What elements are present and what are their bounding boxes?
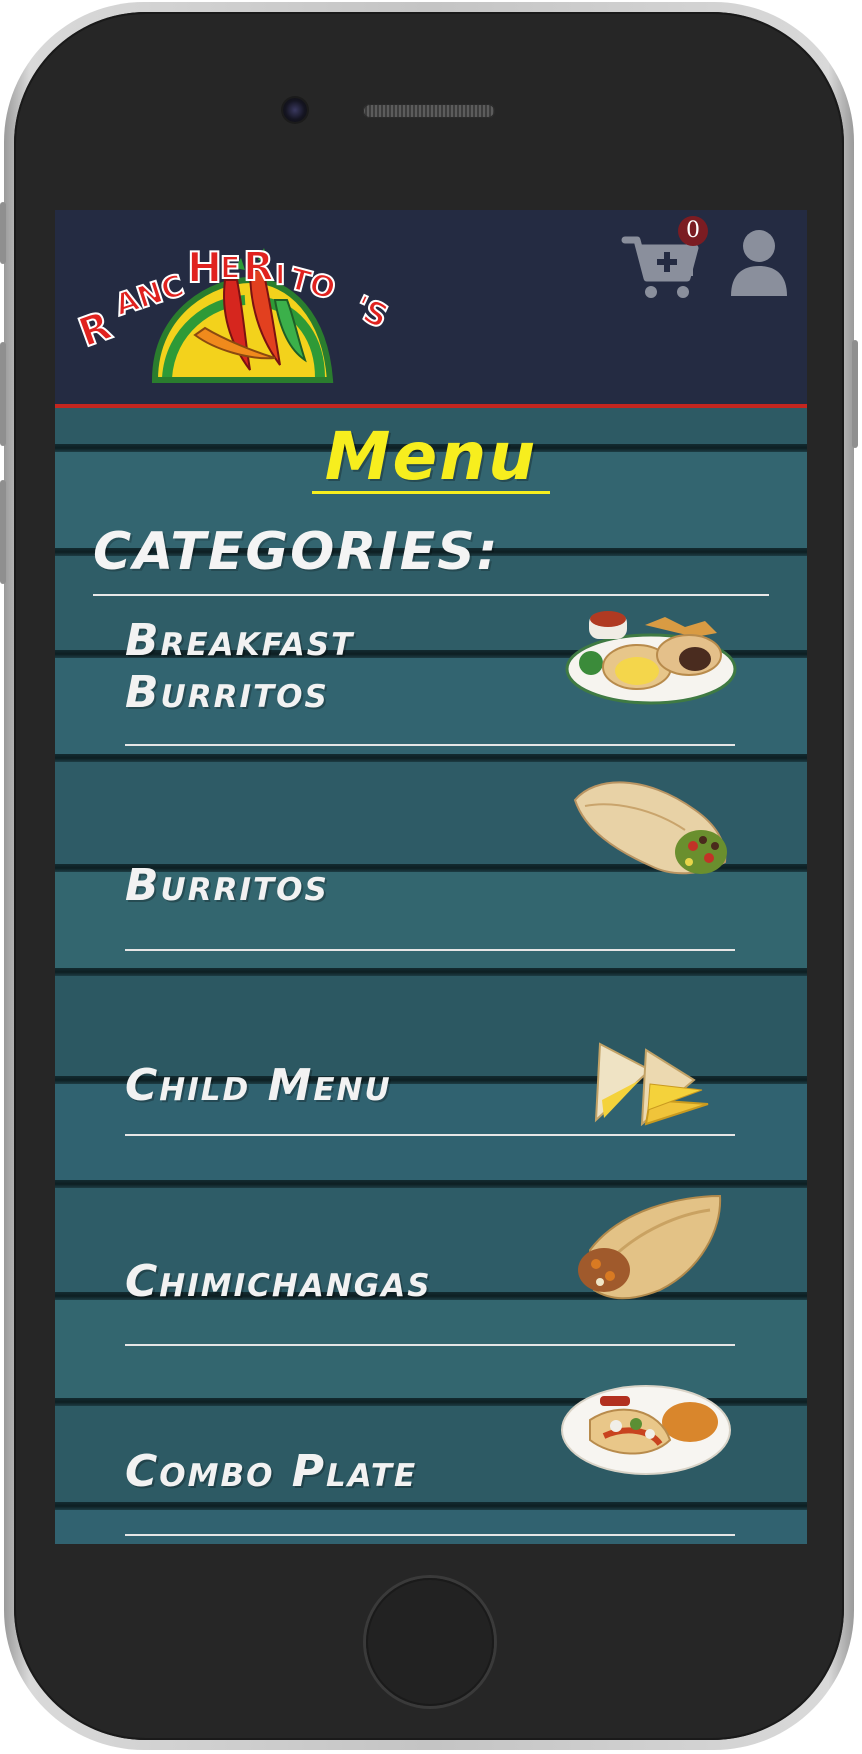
category-divider: [125, 949, 735, 951]
svg-text:R: R: [75, 303, 117, 357]
category-divider: [125, 1134, 735, 1136]
page-title: Menu: [324, 418, 538, 495]
breakfast-burritos-image: [565, 611, 737, 705]
svg-text:H: H: [187, 243, 222, 292]
category-breakfast-burritos[interactable]: Breakfast Burritos: [125, 605, 737, 746]
category-divider: [125, 1534, 735, 1536]
category-divider: [125, 1344, 735, 1346]
home-button[interactable]: [366, 1578, 494, 1706]
user-account-icon[interactable]: [727, 228, 791, 296]
category-divider: [125, 744, 735, 746]
app-header: R ANC H E R I TO 'S 0: [55, 210, 807, 408]
categories-heading: CATEGORIES:: [93, 522, 500, 582]
app-screen: R ANC H E R I TO 'S 0 Menu CATEGORIES: B…: [55, 210, 807, 1544]
chimichanga-image: [578, 1194, 722, 1300]
category-burritos[interactable]: Burritos: [125, 770, 735, 951]
burrito-image: [573, 781, 727, 875]
volume-up-button: [0, 342, 6, 446]
mute-switch: [0, 202, 6, 264]
combo-plate-image: [561, 1385, 731, 1475]
power-button: [852, 340, 858, 448]
cart-count-badge: 0: [678, 216, 708, 246]
category-label: Burritos: [125, 860, 329, 911]
category-label: Chimichangas: [125, 1256, 432, 1307]
svg-text:E: E: [220, 251, 241, 286]
quesadilla-image: [594, 1042, 709, 1126]
category-chimichangas[interactable]: Chimichangas: [125, 1150, 735, 1346]
front-camera: [283, 98, 307, 122]
svg-text:'S: 'S: [348, 288, 394, 336]
volume-down-button: [0, 480, 6, 584]
title-underline: [312, 491, 550, 494]
earpiece-speaker: [363, 104, 495, 118]
category-label: Breakfast Burritos: [125, 615, 355, 718]
rancheritos-logo[interactable]: R ANC H E R I TO 'S: [75, 240, 435, 400]
category-label: Child Menu: [125, 1060, 392, 1111]
categories-divider: [93, 594, 769, 596]
category-label: Combo Plate: [125, 1446, 418, 1497]
svg-text:I: I: [275, 258, 285, 291]
svg-text:R: R: [243, 244, 274, 290]
category-combo-plate[interactable]: Combo Plate: [125, 1360, 735, 1540]
category-child-menu[interactable]: Child Menu: [125, 970, 735, 1136]
